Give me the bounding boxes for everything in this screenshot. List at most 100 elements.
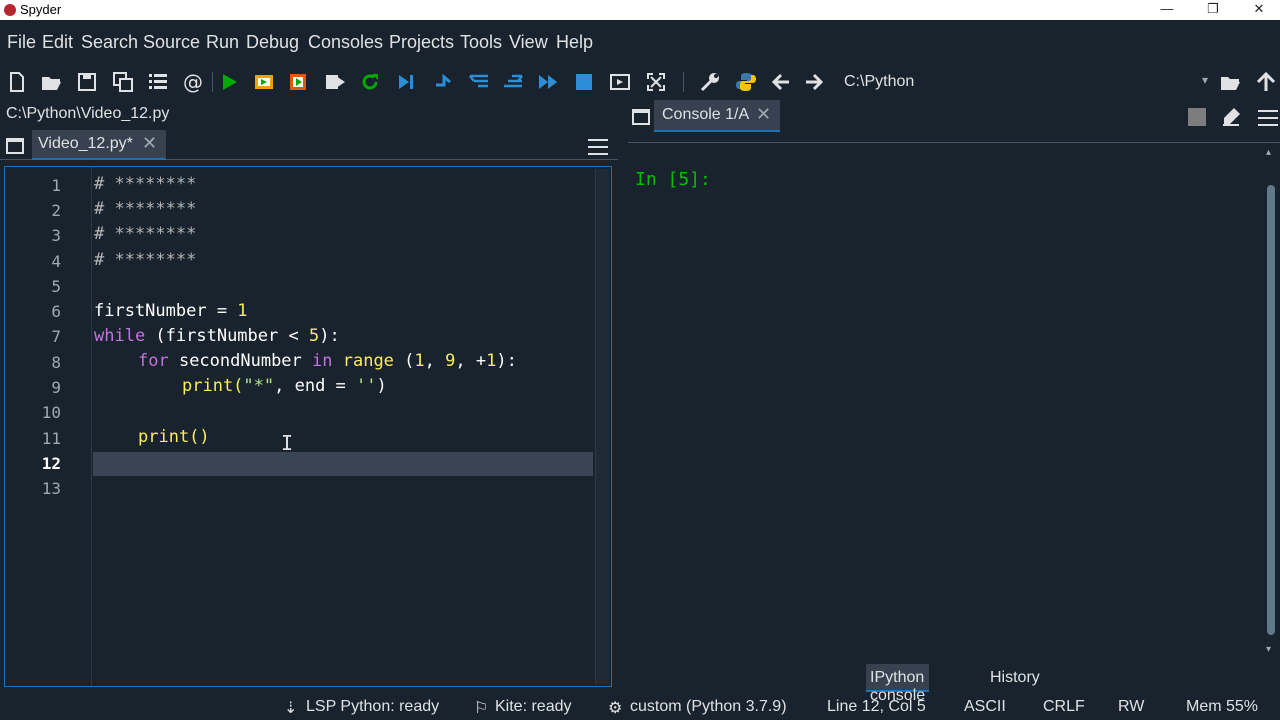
- save-icon[interactable]: [74, 70, 100, 94]
- menu-help[interactable]: Help: [556, 32, 593, 53]
- editor-options-menu-icon[interactable]: [588, 139, 608, 155]
- continue-icon[interactable]: [535, 70, 561, 94]
- stop-icon[interactable]: [571, 70, 597, 94]
- tab-history[interactable]: History: [986, 664, 1044, 692]
- scrollbar-thumb[interactable]: [1267, 185, 1275, 635]
- code-line-6: firstNumber = 1: [94, 301, 248, 321]
- menu-projects[interactable]: Projects: [389, 32, 454, 53]
- line-number: 2: [51, 201, 61, 220]
- minimize-button[interactable]: —: [1144, 0, 1190, 20]
- run-cell-advance-icon[interactable]: [286, 70, 312, 94]
- close-console-icon[interactable]: ✕: [756, 104, 771, 125]
- python-path-icon[interactable]: [733, 70, 759, 94]
- spyder-logo-icon: [4, 4, 16, 16]
- close-tab-icon[interactable]: ✕: [142, 133, 157, 154]
- code-editor[interactable]: 1 2 3 4 5 6 7 8 9 10 11 12 13 # ********…: [4, 166, 612, 687]
- editor-file-path: C:\Python\Video_12.py: [6, 105, 170, 122]
- tab-video-12[interactable]: Video_12.py* ✕: [32, 130, 166, 160]
- rerun-icon[interactable]: [357, 70, 383, 94]
- run-icon[interactable]: [216, 70, 242, 94]
- environment-icon: ⚙: [608, 700, 623, 717]
- lsp-status[interactable]: LSP Python: ready: [306, 698, 439, 716]
- console-options-menu-icon[interactable]: [1258, 110, 1278, 126]
- file-permissions: RW: [1118, 698, 1145, 715]
- menu-file[interactable]: File: [7, 32, 36, 53]
- step-return-icon[interactable]: [500, 70, 526, 94]
- fullscreen-icon[interactable]: [643, 70, 669, 94]
- kite-icon: ⚐: [474, 700, 489, 717]
- window-title: Spyder: [20, 2, 62, 17]
- line-number: 6: [51, 302, 61, 321]
- interrupt-kernel-icon[interactable]: [1188, 108, 1206, 126]
- editor-scrollbar[interactable]: [595, 169, 609, 684]
- toolbar-separator: [212, 72, 213, 92]
- clear-console-icon[interactable]: [1220, 106, 1242, 133]
- menu-debug[interactable]: Debug: [246, 32, 299, 53]
- menu-edit[interactable]: Edit: [42, 32, 73, 53]
- back-arrow-icon[interactable]: [768, 70, 794, 94]
- code-area[interactable]: # ******** # ******** # ******** # *****…: [91, 167, 593, 686]
- browse-consoles-icon[interactable]: [632, 109, 650, 125]
- step-into-icon[interactable]: [466, 70, 492, 94]
- line-number: 10: [41, 403, 61, 422]
- debug-icon[interactable]: [393, 70, 419, 94]
- browse-tabs-icon[interactable]: [6, 138, 24, 154]
- console-prompt: In [5]:: [635, 169, 711, 190]
- tab-ipython-console[interactable]: IPython console: [866, 664, 930, 704]
- outline-icon[interactable]: [145, 70, 171, 94]
- step-icon[interactable]: [430, 70, 456, 94]
- at-icon[interactable]: @: [180, 70, 206, 94]
- parent-directory-icon[interactable]: [1253, 70, 1279, 94]
- tab-console-1a[interactable]: Console 1/A ✕: [654, 100, 780, 132]
- line-number: 4: [51, 252, 61, 271]
- menu-bar: File Edit Search Source Run Debug Consol…: [0, 28, 1280, 56]
- current-line-number: 12: [41, 454, 61, 473]
- console-scrollbar[interactable]: ▴ ▾: [1264, 147, 1278, 655]
- menu-consoles[interactable]: Consoles: [308, 32, 383, 53]
- code-line-9: print("*", end = ''): [182, 376, 387, 396]
- line-endings: CRLF: [1043, 698, 1085, 715]
- line-number: 13: [41, 479, 61, 498]
- line-number: 9: [51, 378, 61, 397]
- forward-arrow-icon[interactable]: [801, 70, 827, 94]
- maximize-pane-icon[interactable]: [607, 70, 633, 94]
- run-cell-icon[interactable]: [251, 70, 277, 94]
- line-number: 3: [51, 226, 61, 245]
- status-bar: ⇣ LSP Python: ready ⚐ Kite: ready ⚙ cust…: [0, 694, 1280, 720]
- menu-search[interactable]: Search: [81, 32, 138, 53]
- line-number: 8: [51, 353, 61, 372]
- run-selection-icon[interactable]: [322, 70, 348, 94]
- code-line-4: # ********: [94, 250, 197, 270]
- svg-text:@: @: [183, 71, 203, 93]
- ipython-console[interactable]: In [5]: ▴ ▾: [628, 142, 1280, 658]
- memory-usage: Mem 55%: [1186, 698, 1259, 715]
- close-window-button[interactable]: ✕: [1236, 0, 1280, 20]
- editor-tab-bar: Video_12.py* ✕: [0, 130, 618, 160]
- line-number: 5: [51, 277, 61, 296]
- preferences-icon[interactable]: [697, 70, 723, 94]
- browse-directory-icon[interactable]: [1217, 70, 1243, 94]
- save-all-icon[interactable]: [110, 70, 136, 94]
- console-tab-label: Console 1/A: [662, 106, 750, 123]
- menu-run[interactable]: Run: [206, 32, 239, 53]
- code-line-8: for secondNumber in range (1, 9, +1):: [138, 351, 517, 371]
- toolbar-separator: [683, 72, 684, 92]
- python-environment[interactable]: custom (Python 3.7.9): [630, 698, 787, 716]
- new-file-icon[interactable]: [4, 70, 30, 94]
- scroll-down-icon[interactable]: ▾: [1266, 644, 1271, 655]
- working-directory-combobox[interactable]: C:\Python ▾: [833, 66, 1213, 98]
- scroll-up-icon[interactable]: ▴: [1266, 147, 1271, 158]
- console-tab-bar: Console 1/A ✕: [624, 100, 1280, 132]
- restore-button[interactable]: ❐: [1190, 0, 1236, 20]
- title-bar: Spyder — ❐ ✕: [0, 0, 1280, 20]
- kite-status[interactable]: Kite: ready: [495, 698, 571, 716]
- code-line-11: print(): [138, 427, 210, 447]
- chevron-down-icon[interactable]: ▾: [1202, 73, 1208, 87]
- line-number: 7: [51, 327, 61, 346]
- menu-view[interactable]: View: [509, 32, 548, 53]
- menu-tools[interactable]: Tools: [460, 32, 502, 53]
- editor-tab-label: Video_12.py*: [38, 135, 133, 152]
- menu-source[interactable]: Source: [143, 32, 200, 53]
- lsp-status-icon: ⇣: [284, 700, 298, 717]
- open-file-icon[interactable]: [38, 70, 64, 94]
